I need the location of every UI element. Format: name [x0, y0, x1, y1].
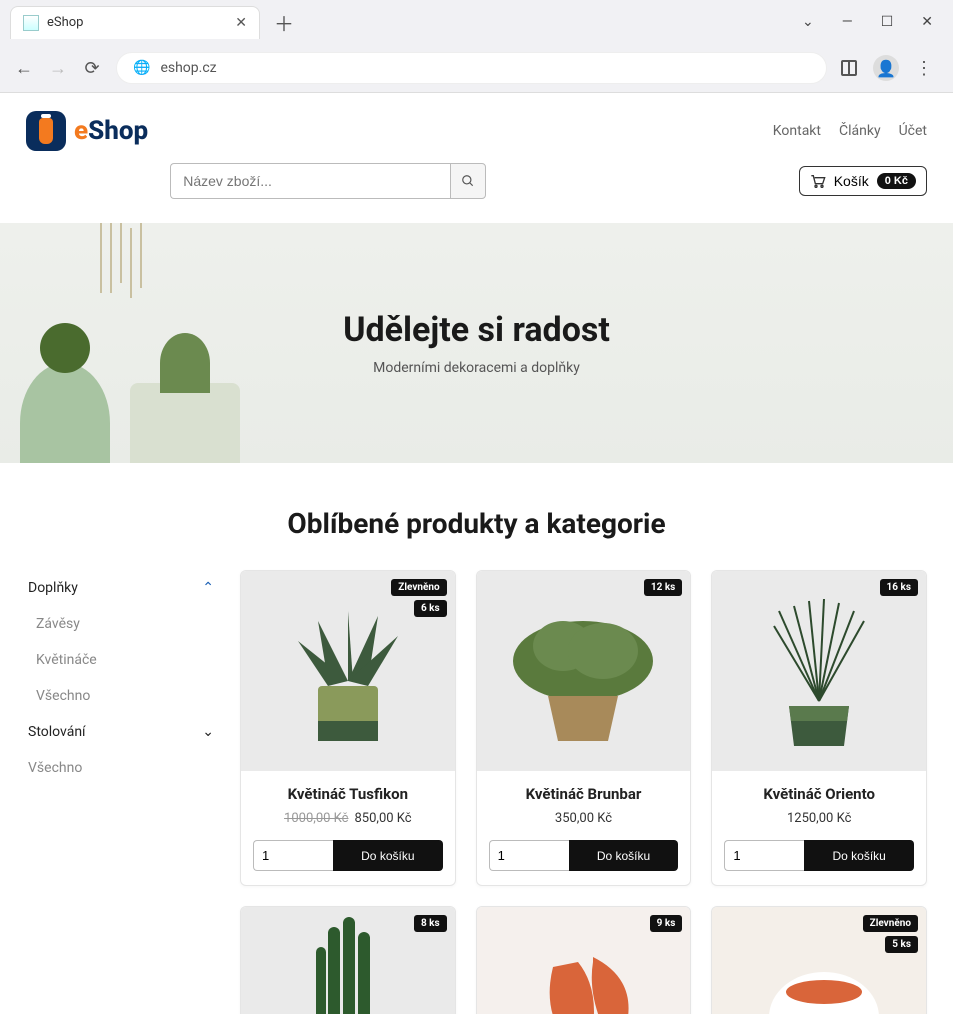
product-image[interactable]: 12 ks: [477, 571, 691, 771]
product-image[interactable]: 8 ks: [241, 907, 455, 1014]
product-card: 12 ks Květináč Brunbar 350,00 Kč Do koší…: [476, 570, 692, 886]
subcategory-vsechno-1[interactable]: Všechno: [26, 678, 216, 714]
section-heading: Oblíbené produkty a kategorie: [0, 463, 953, 570]
window-controls: ⌄ — ☐ ✕: [802, 14, 953, 30]
add-to-cart-button[interactable]: Do košíku: [804, 840, 914, 871]
search-icon: [461, 174, 475, 188]
tab-favicon: [23, 15, 39, 31]
product-card: Zlevněno 5 ks: [711, 906, 927, 1014]
minimize-icon[interactable]: —: [842, 14, 853, 30]
product-card: 8 ks: [240, 906, 456, 1014]
cart-label: Košík: [834, 173, 869, 189]
badge-stock: 5 ks: [885, 936, 918, 953]
logo-mark: [26, 111, 66, 151]
product-image[interactable]: 16 ks: [712, 571, 926, 771]
subcategory-zavesy[interactable]: Závěsy: [26, 606, 216, 642]
new-tab-button[interactable]: ＋: [274, 8, 294, 37]
subcategory-vsechno-2[interactable]: Všechno: [26, 750, 216, 786]
product-title: Květináč Brunbar: [489, 785, 679, 803]
side-panel-icon[interactable]: [841, 60, 857, 76]
category-sidebar: Doplňky ⌃ Závěsy Květináče Všechno Stolo…: [26, 570, 216, 1014]
product-title: Květináč Oriento: [724, 785, 914, 803]
product-price: 1250,00 Kč: [724, 811, 914, 826]
profile-avatar[interactable]: 👤: [873, 55, 899, 81]
forward-button[interactable]: →: [48, 58, 68, 79]
menu-icon[interactable]: ⋮: [915, 58, 933, 79]
cart-total-badge: 0 Kč: [877, 173, 916, 189]
tab-title: eShop: [47, 15, 227, 30]
category-stolovani[interactable]: Stolování ⌄: [26, 714, 216, 750]
product-title: Květináč Tusfikon: [253, 785, 443, 803]
product-image[interactable]: Zlevněno 5 ks: [712, 907, 926, 1014]
search-wrap: [170, 163, 486, 199]
browser-tab[interactable]: eShop ✕: [10, 6, 260, 39]
badge-discount: Zlevněno: [863, 915, 918, 932]
product-card: 16 ks Květináč Oriento 1250,00 Kč Do koš…: [711, 570, 927, 886]
chevron-down-icon[interactable]: ⌄: [802, 14, 814, 30]
add-to-cart-button[interactable]: Do košíku: [333, 840, 443, 871]
shop-logo[interactable]: eShop: [26, 111, 148, 151]
quantity-input[interactable]: [253, 840, 333, 871]
cart-icon: [810, 174, 826, 188]
add-to-cart-button[interactable]: Do košíku: [569, 840, 679, 871]
browser-chrome: eShop ✕ ＋ ⌄ — ☐ ✕ ← → ⟳ 🌐 eshop.cz 👤 ⋮: [0, 0, 953, 93]
badge-stock: 6 ks: [414, 600, 447, 617]
search-button[interactable]: [450, 163, 486, 199]
badge-stock: 12 ks: [644, 579, 682, 596]
main-content: Doplňky ⌃ Závěsy Květináče Všechno Stolo…: [0, 570, 953, 1014]
hero-subtitle: Moderními dekoracemi a doplňky: [373, 360, 580, 376]
close-window-icon[interactable]: ✕: [921, 14, 933, 30]
cart-button[interactable]: Košík 0 Kč: [799, 166, 927, 196]
browser-titlebar: eShop ✕ ＋ ⌄ — ☐ ✕: [0, 0, 953, 44]
back-button[interactable]: ←: [14, 58, 34, 79]
hero-banner: Udělejte si radost Moderními dekoracemi …: [0, 223, 953, 463]
search-input[interactable]: [170, 163, 450, 199]
product-image[interactable]: Zlevněno 6 ks: [241, 571, 455, 771]
badge-stock: 9 ks: [650, 915, 683, 932]
quantity-input[interactable]: [489, 840, 569, 871]
shop-header-row2: Košík 0 Kč: [0, 163, 953, 223]
url-text: eshop.cz: [160, 60, 216, 76]
chevron-up-icon: ⌃: [202, 580, 214, 596]
product-card: 9 ks: [476, 906, 692, 1014]
toolbar-right: 👤 ⋮: [841, 55, 939, 81]
page-viewport: eShop Kontakt Články Účet Košík 0 Kč Udě…: [0, 93, 953, 1014]
badge-discount: Zlevněno: [391, 579, 446, 596]
link-kontakt[interactable]: Kontakt: [773, 123, 821, 139]
link-clanky[interactable]: Články: [839, 123, 881, 139]
product-image[interactable]: 9 ks: [477, 907, 691, 1014]
product-price: 350,00 Kč: [489, 811, 679, 826]
badge-stock: 8 ks: [414, 915, 447, 932]
product-price: 1000,00 Kč850,00 Kč: [253, 811, 443, 826]
quantity-input[interactable]: [724, 840, 804, 871]
product-card: Zlevněno 6 ks Květináč Tusfikon 1000,00 …: [240, 570, 456, 886]
maximize-icon[interactable]: ☐: [881, 14, 894, 30]
badge-stock: 16 ks: [880, 579, 918, 596]
product-grid: Zlevněno 6 ks Květináč Tusfikon 1000,00 …: [240, 570, 927, 1014]
top-links: Kontakt Články Účet: [773, 123, 927, 139]
tab-close-icon[interactable]: ✕: [235, 15, 247, 31]
category-doplnky[interactable]: Doplňky ⌃: [26, 570, 216, 606]
url-bar[interactable]: 🌐 eshop.cz: [116, 52, 827, 84]
link-ucet[interactable]: Účet: [899, 123, 927, 139]
hero-title: Udělejte si radost: [343, 310, 610, 350]
shop-header: eShop Kontakt Články Účet: [0, 93, 953, 163]
browser-toolbar: ← → ⟳ 🌐 eshop.cz 👤 ⋮: [0, 44, 953, 92]
chevron-down-icon: ⌄: [202, 724, 214, 740]
logo-text: eShop: [74, 116, 148, 146]
globe-icon: 🌐: [133, 60, 150, 76]
reload-button[interactable]: ⟳: [82, 58, 102, 79]
subcategory-kvetinace[interactable]: Květináče: [26, 642, 216, 678]
